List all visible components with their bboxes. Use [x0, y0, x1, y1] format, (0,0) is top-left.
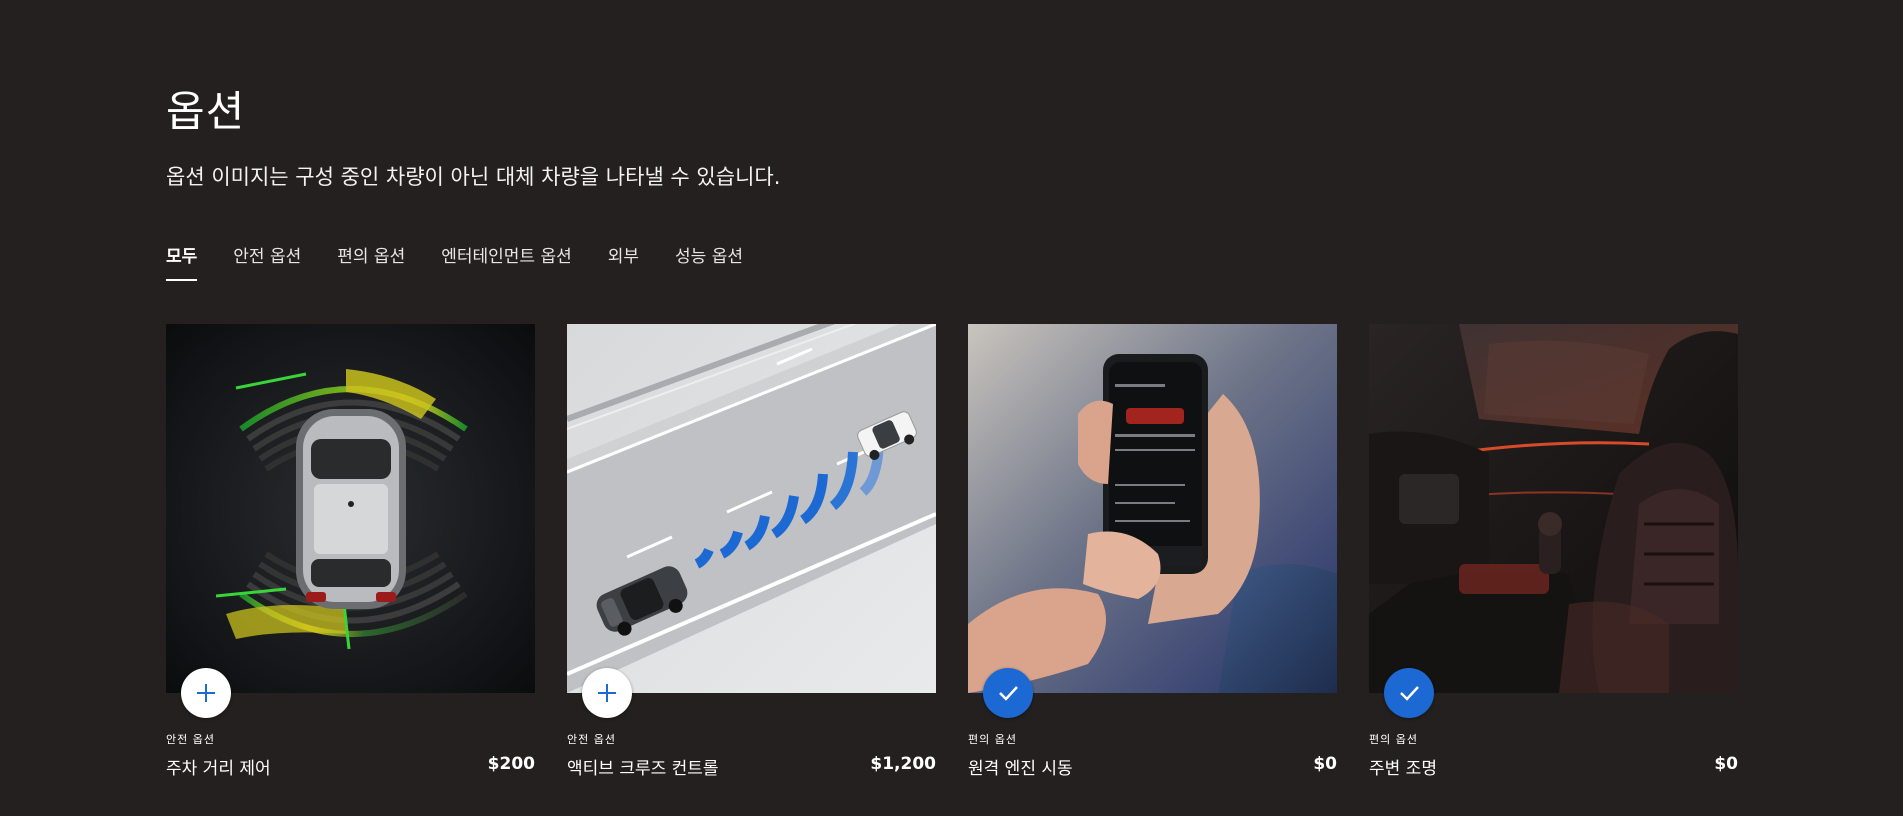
option-card-ambient-lighting[interactable]: 편의 옵션 주변 조명 $0 [1369, 324, 1738, 784]
options-page: 옵션 옵션 이미지는 구성 중인 차량이 아닌 대체 차량을 나타낼 수 있습니… [0, 0, 1903, 816]
tab-convenience[interactable]: 편의 옵션 [337, 240, 405, 281]
option-name: 주변 조명 [1369, 759, 1437, 779]
option-price: $1,200 [870, 754, 936, 774]
ambient-lighting-image [1369, 324, 1738, 693]
page-subtitle: 옵션 이미지는 구성 중인 차량이 아닌 대체 차량을 나타낼 수 있습니다. [166, 165, 781, 189]
selected-option-button[interactable] [1384, 668, 1434, 718]
option-category: 안전 옵션 [166, 733, 215, 746]
tab-performance[interactable]: 성능 옵션 [675, 240, 743, 281]
add-option-button[interactable] [181, 668, 231, 718]
option-category: 편의 옵션 [1369, 733, 1418, 746]
selected-option-button[interactable] [983, 668, 1033, 718]
option-category: 편의 옵션 [968, 733, 1017, 746]
option-price: $200 [487, 754, 535, 774]
page-title: 옵션 [166, 87, 246, 136]
option-name: 원격 엔진 시동 [968, 759, 1073, 779]
option-card-remote-engine-start[interactable]: 편의 옵션 원격 엔진 시동 $0 [968, 324, 1337, 784]
option-tabs: 모두 안전 옵션 편의 옵션 엔터테인먼트 옵션 외부 성능 옵션 [166, 240, 779, 281]
option-price: $0 [1714, 754, 1738, 774]
tab-safety[interactable]: 안전 옵션 [233, 240, 301, 281]
tab-all[interactable]: 모두 [166, 240, 198, 281]
check-icon [1400, 686, 1419, 701]
tab-exterior[interactable]: 외부 [608, 240, 639, 281]
option-name: 액티브 크루즈 컨트롤 [567, 759, 719, 779]
plus-icon [197, 684, 215, 702]
option-card-park-distance-control[interactable]: 안전 옵션 주차 거리 제어 $200 [166, 324, 535, 784]
option-category: 안전 옵션 [567, 733, 616, 746]
plus-icon [598, 684, 616, 702]
check-icon [999, 686, 1018, 701]
remote-engine-start-image [968, 324, 1337, 693]
active-cruise-control-image [567, 324, 936, 693]
tab-entertainment[interactable]: 엔터테인먼트 옵션 [441, 240, 572, 281]
option-price: $0 [1313, 754, 1337, 774]
option-card-active-cruise-control[interactable]: 안전 옵션 액티브 크루즈 컨트롤 $1,200 [567, 324, 936, 784]
add-option-button[interactable] [582, 668, 632, 718]
option-name: 주차 거리 제어 [166, 759, 271, 779]
option-card-list: 안전 옵션 주차 거리 제어 $200 안전 옵션 액티브 크루즈 컨트롤 $1… [166, 324, 1738, 784]
park-distance-control-image [166, 324, 535, 693]
